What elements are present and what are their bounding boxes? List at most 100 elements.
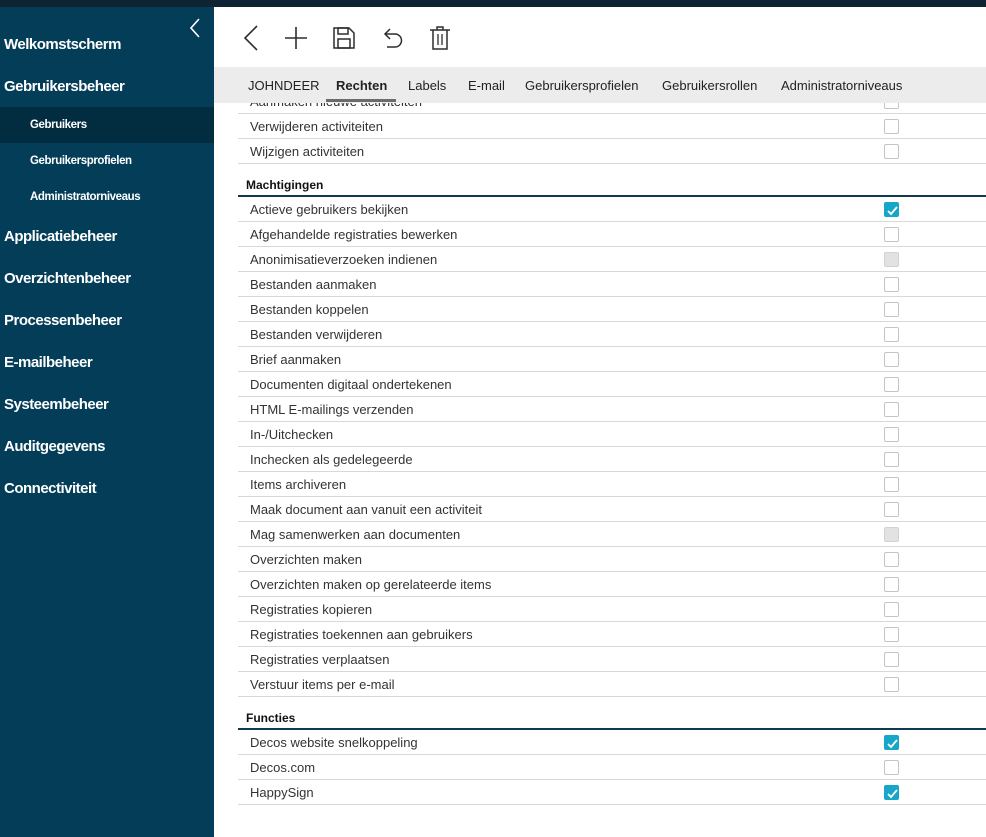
checkbox[interactable] bbox=[884, 652, 899, 667]
checkbox-disabled bbox=[884, 252, 899, 267]
rights-row: Decos.com bbox=[238, 755, 986, 780]
tab-bar: JOHNDEER Rechten Labels E-mail Gebruikerspro… bbox=[214, 67, 986, 103]
right-label: Registraties verplaatsen bbox=[250, 652, 390, 667]
rights-row: Registraties kopieren bbox=[238, 597, 986, 622]
rights-row: Overzichten maken bbox=[238, 547, 986, 572]
right-label: Brief aanmaken bbox=[250, 352, 342, 367]
checkbox[interactable] bbox=[884, 103, 899, 109]
checkbox[interactable] bbox=[884, 119, 899, 134]
rights-row: HappySign bbox=[238, 780, 986, 805]
tab-e-mail[interactable]: E-mail bbox=[468, 67, 505, 103]
checkbox-checked[interactable] bbox=[884, 202, 899, 217]
tab-gebruikersprofielen[interactable]: Gebruikersprofielen bbox=[525, 67, 638, 103]
save-icon[interactable] bbox=[329, 23, 359, 53]
rights-row: Registraties toekennen aan gebruikers bbox=[238, 622, 986, 647]
tab-johndeer[interactable]: JOHNDEER bbox=[248, 67, 320, 103]
checkbox[interactable] bbox=[884, 277, 899, 292]
rights-row: Registraties verplaatsen bbox=[238, 647, 986, 672]
section-title: Functies bbox=[246, 711, 296, 725]
sidebar-item-processenbeheer[interactable]: Processenbeheer bbox=[0, 299, 214, 341]
sidebar-item-gebruikers[interactable]: Gebruikers bbox=[0, 107, 214, 143]
checkbox-checked[interactable] bbox=[884, 785, 899, 800]
right-label: Mag samenwerken aan documenten bbox=[250, 527, 461, 542]
checkbox[interactable] bbox=[884, 760, 899, 775]
rights-row: Anonimisatieverzoeken indienen bbox=[238, 247, 986, 272]
checkbox[interactable] bbox=[884, 677, 899, 692]
sidebar-item-gebruikersprofielen[interactable]: Gebruikersprofielen bbox=[0, 143, 214, 179]
checkbox[interactable] bbox=[884, 427, 899, 442]
right-label: Registraties kopieren bbox=[250, 602, 373, 617]
undo-icon[interactable] bbox=[377, 23, 407, 53]
sidebar-item-gebruikersbeheer[interactable]: Gebruikersbeheer bbox=[0, 65, 214, 107]
right-label: Wijzigen activiteiten bbox=[250, 144, 365, 159]
sidebar-item-applicatiebeheer[interactable]: Applicatiebeheer bbox=[0, 215, 214, 257]
add-icon[interactable] bbox=[281, 23, 311, 53]
right-label: Documenten digitaal ondertekenen bbox=[250, 377, 452, 392]
right-label: In-/Uitchecken bbox=[250, 427, 334, 442]
checkbox[interactable] bbox=[884, 144, 899, 159]
sidebar-item-administratorniveaus[interactable]: Administratorniveaus bbox=[0, 179, 214, 215]
right-label: Decos.com bbox=[250, 760, 316, 775]
checkbox-checked[interactable] bbox=[884, 735, 899, 750]
section-title: Machtigingen bbox=[246, 178, 324, 192]
right-label: Bestanden aanmaken bbox=[250, 277, 377, 292]
right-label: Overzichten maken op gerelateerde items bbox=[250, 577, 492, 592]
sidebar: Welkomstscherm Gebruikersbeheer Gebruikers… bbox=[0, 7, 214, 837]
rights-row: Verwijderen activiteiten bbox=[238, 114, 986, 139]
section-header: Machtigingen bbox=[238, 164, 986, 197]
tab-administratorniveaus[interactable]: Administratorniveaus bbox=[781, 67, 902, 103]
right-label: Maak document aan vanuit een activiteit bbox=[250, 502, 482, 517]
right-label: HTML E-mailings verzenden bbox=[250, 402, 414, 417]
rights-row: Mag samenwerken aan documenten bbox=[238, 522, 986, 547]
rights-row: Overzichten maken op gerelateerde items bbox=[238, 572, 986, 597]
checkbox[interactable] bbox=[884, 302, 899, 317]
right-label: Overzichten maken bbox=[250, 552, 362, 567]
rights-list[interactable]: Aanmaken nieuwe activiteiten Verwijderen … bbox=[238, 103, 986, 837]
checkbox[interactable] bbox=[884, 602, 899, 617]
checkbox[interactable] bbox=[884, 377, 899, 392]
checkbox[interactable] bbox=[884, 402, 899, 417]
right-label: HappySign bbox=[250, 785, 314, 800]
sidebar-item-overzichtenbeheer[interactable]: Overzichtenbeheer bbox=[0, 257, 214, 299]
back-icon[interactable] bbox=[236, 23, 266, 53]
checkbox[interactable] bbox=[884, 502, 899, 517]
main-panel: JOHNDEER Rechten Labels E-mail Gebruikerspro… bbox=[214, 7, 986, 837]
delete-icon[interactable] bbox=[425, 23, 455, 53]
top-strip bbox=[0, 0, 986, 7]
rights-row: Verstuur items per e-mail bbox=[238, 672, 986, 697]
checkbox[interactable] bbox=[884, 552, 899, 567]
tab-rechten[interactable]: Rechten bbox=[336, 67, 387, 103]
checkbox[interactable] bbox=[884, 577, 899, 592]
rights-row: Brief aanmaken bbox=[238, 347, 986, 372]
right-label: Verstuur items per e-mail bbox=[250, 677, 395, 692]
right-label: Inchecken als gedelegeerde bbox=[250, 452, 413, 467]
tab-labels[interactable]: Labels bbox=[408, 67, 446, 103]
section-header: Functies bbox=[238, 697, 986, 730]
sidebar-item-welkomstscherm[interactable]: Welkomstscherm bbox=[0, 23, 214, 65]
sidebar-nav: Welkomstscherm Gebruikersbeheer Gebruikers… bbox=[0, 23, 214, 509]
rights-row: Items archiveren bbox=[238, 472, 986, 497]
checkbox[interactable] bbox=[884, 227, 899, 242]
rights-row: Decos website snelkoppeling bbox=[238, 730, 986, 755]
rights-row: Maak document aan vanuit een activiteit bbox=[238, 497, 986, 522]
checkbox[interactable] bbox=[884, 327, 899, 342]
rights-row: Bestanden verwijderen bbox=[238, 322, 986, 347]
rights-row: Bestanden aanmaken bbox=[238, 272, 986, 297]
right-label: Registraties toekennen aan gebruikers bbox=[250, 627, 473, 642]
checkbox[interactable] bbox=[884, 352, 899, 367]
rights-row: Documenten digitaal ondertekenen bbox=[238, 372, 986, 397]
checkbox[interactable] bbox=[884, 452, 899, 467]
checkbox[interactable] bbox=[884, 477, 899, 492]
toolbar bbox=[214, 7, 986, 67]
sidebar-item-e-mailbeheer[interactable]: E-mailbeheer bbox=[0, 341, 214, 383]
right-label: Anonimisatieverzoeken indienen bbox=[250, 252, 438, 267]
sidebar-item-connectiviteit[interactable]: Connectiviteit bbox=[0, 467, 214, 509]
rights-row: Bestanden koppelen bbox=[238, 297, 986, 322]
sidebar-item-auditgegevens[interactable]: Auditgegevens bbox=[0, 425, 214, 467]
right-label: Items archiveren bbox=[250, 477, 347, 492]
right-label: Verwijderen activiteiten bbox=[250, 119, 383, 134]
checkbox[interactable] bbox=[884, 627, 899, 642]
sidebar-item-systeembeheer[interactable]: Systeembeheer bbox=[0, 383, 214, 425]
tab-gebruikersrollen[interactable]: Gebruikersrollen bbox=[662, 67, 757, 103]
rights-row: Wijzigen activiteiten bbox=[238, 139, 986, 164]
